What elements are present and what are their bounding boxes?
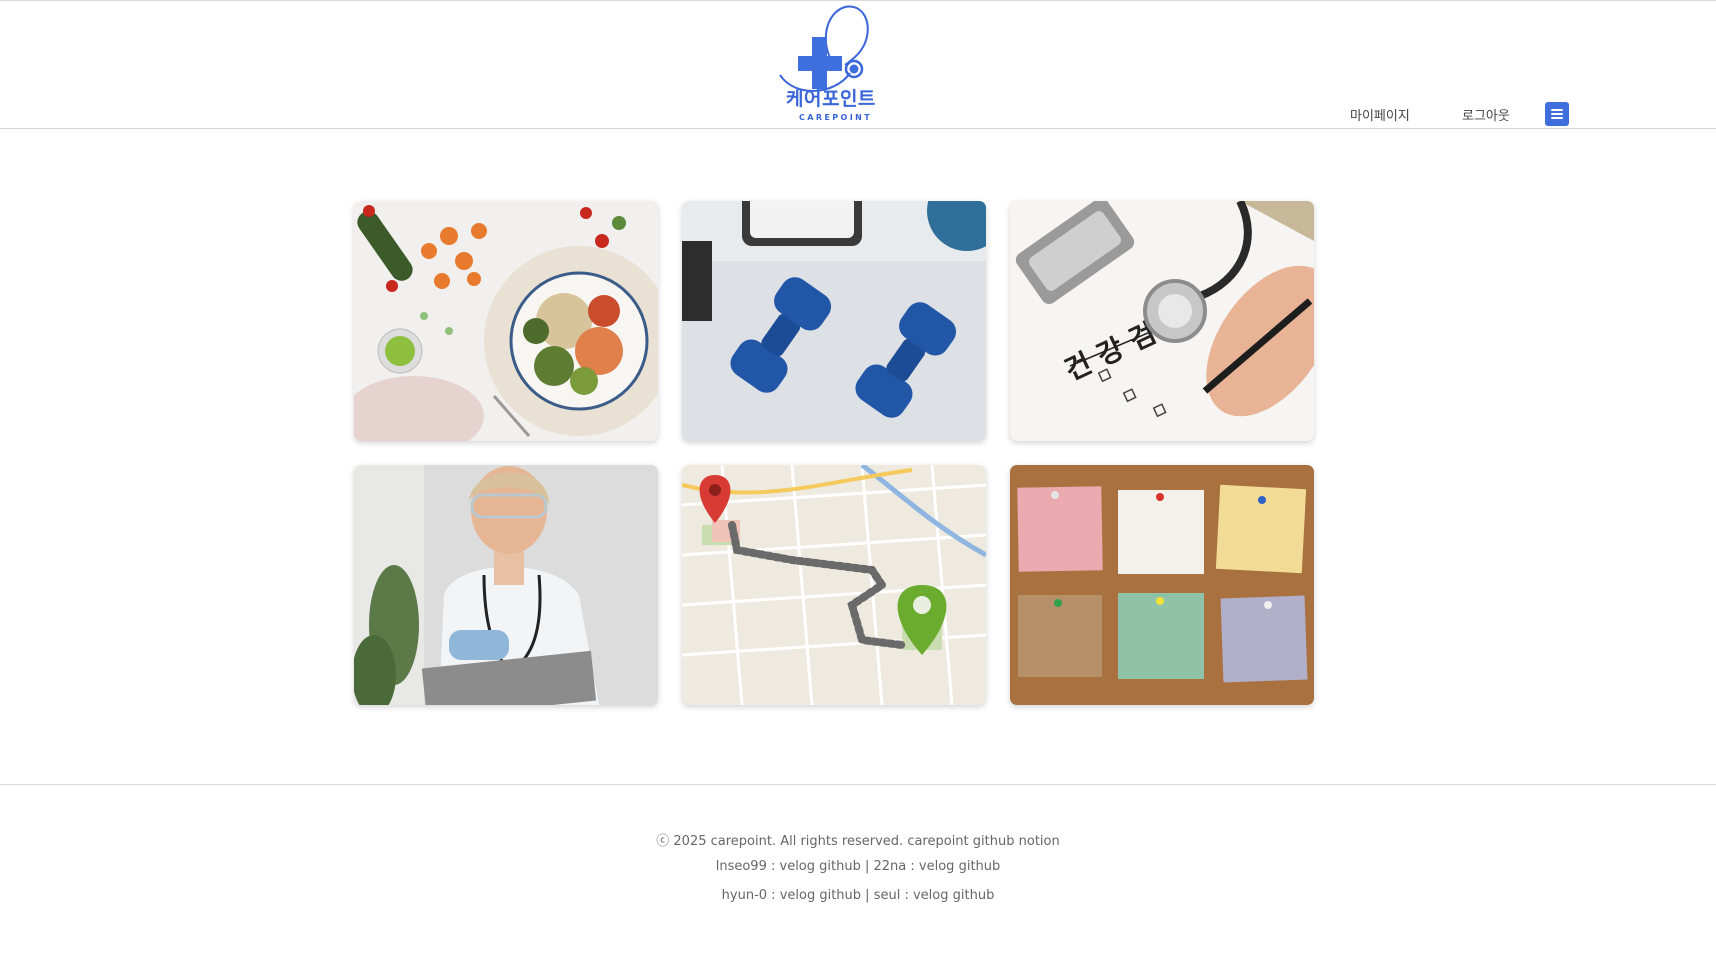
card-exercise[interactable]: [682, 201, 986, 441]
menu-bar-line: [1551, 113, 1563, 115]
member-name: lnseo99: [715, 859, 767, 874]
card-memo[interactable]: [1010, 465, 1314, 705]
health-checkup-form-image: 건 강 검 진: [1010, 201, 1314, 441]
dumbbells-image: [682, 201, 986, 441]
copyright-icon: ⓒ: [656, 834, 670, 849]
member-name: seul: [873, 888, 901, 903]
member-name: 22na: [873, 859, 907, 874]
sticky-notes-board-image: [1010, 465, 1314, 705]
card-checkup[interactable]: 건 강 검 진: [1010, 201, 1314, 441]
member-velog-link[interactable]: velog: [913, 888, 949, 903]
card-diet[interactable]: [354, 201, 658, 441]
member-github-link[interactable]: github: [819, 859, 861, 874]
healthy-food-bowl-image: [354, 201, 658, 441]
footer-notion-link[interactable]: notion: [1019, 834, 1060, 849]
member-velog-link[interactable]: velog: [919, 859, 955, 874]
member-github-link[interactable]: github: [959, 859, 1001, 874]
footer-github-link[interactable]: github: [973, 834, 1015, 849]
member-velog-link[interactable]: velog: [780, 888, 816, 903]
footer-members-row-2: hyun-0 : velog github | seul : velog git…: [721, 888, 995, 903]
logo-english-text: CAREPOINT: [799, 113, 873, 122]
menu-bar-line: [1551, 109, 1563, 111]
nav-logout-link[interactable]: 로그아웃: [1462, 105, 1510, 124]
card-map[interactable]: [682, 465, 986, 705]
member-github-link[interactable]: github: [953, 888, 995, 903]
member-github-link[interactable]: github: [819, 888, 861, 903]
footer-copyright: ⓒ 2025 carepoint. All rights reserved. c…: [0, 830, 1716, 849]
member-name: hyun-0: [721, 888, 768, 903]
site-footer: ⓒ 2025 carepoint. All rights reserved. c…: [0, 784, 1716, 953]
copyright-text: 2025 carepoint. All rights reserved.: [673, 834, 904, 849]
logo-korean-text: 케어포인트: [786, 88, 876, 110]
nav-mypage-link[interactable]: 마이페이지: [1350, 105, 1410, 124]
doctor-with-clipboard-image: [354, 465, 658, 705]
site-header: 케어포인트 CAREPOINT 마이페이지 로그아웃: [0, 1, 1716, 129]
footer-carepoint-link[interactable]: carepoint: [907, 834, 968, 849]
site-logo[interactable]: 케어포인트 CAREPOINT: [775, 3, 895, 127]
member-velog-link[interactable]: velog: [780, 859, 816, 874]
footer-members-row-1: lnseo99 : velog github | 22na : velog gi…: [715, 859, 1001, 874]
menu-bar-line: [1551, 117, 1563, 119]
card-doctor[interactable]: [354, 465, 658, 705]
hamburger-menu-icon[interactable]: [1545, 102, 1569, 126]
map-route-image: [682, 465, 986, 705]
